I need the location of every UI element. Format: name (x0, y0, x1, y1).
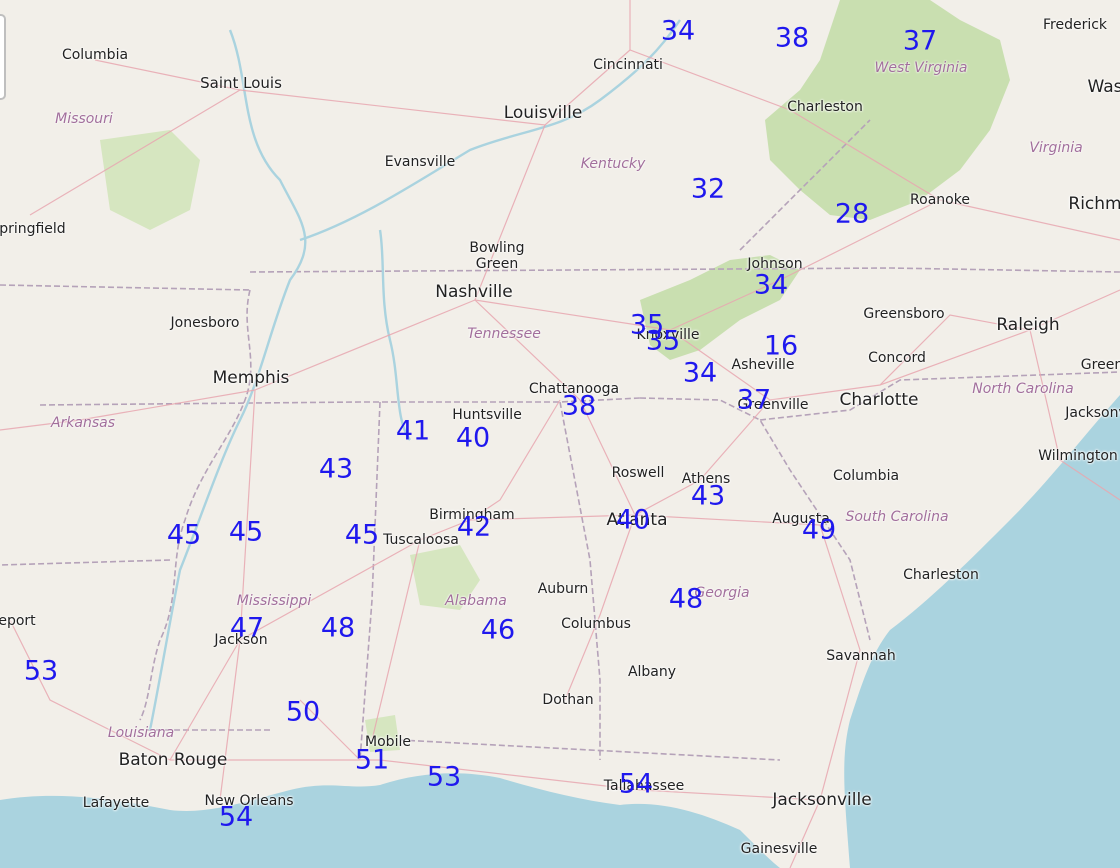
value-label: 53 (426, 761, 462, 793)
value-label: 34 (660, 15, 696, 47)
city-label: Evansville (384, 154, 456, 170)
city-label: Cincinnati (593, 57, 663, 73)
city-label: Memphis (212, 368, 290, 388)
state-label-missouri: Missouri (55, 111, 113, 127)
value-label: 40 (615, 504, 651, 536)
city-label: Roswell (611, 465, 665, 481)
value-label: 35 (645, 325, 681, 357)
city-label: eport (0, 613, 36, 629)
value-label: 16 (763, 330, 799, 362)
value-label: 32 (690, 173, 726, 205)
city-label: Charleston (903, 567, 979, 583)
city-label: Raleigh (996, 315, 1060, 335)
city-label: Charlotte (839, 390, 919, 410)
city-label: Gainesville (740, 841, 818, 857)
value-label: 42 (456, 511, 492, 543)
city-label: Savannah (826, 648, 896, 664)
state-label-tennessee: Tennessee (467, 326, 541, 342)
city-label: Concord (868, 350, 926, 366)
city-label: Tuscaloosa (383, 532, 459, 548)
city-label: Green (1080, 357, 1120, 373)
value-label: 45 (166, 519, 202, 551)
state-label-alabama: Alabama (445, 593, 507, 609)
city-label: Jacksonville (772, 790, 872, 810)
city-label: Was (1087, 77, 1120, 97)
state-label-virginia: Virginia (1029, 140, 1083, 156)
state-label-louisiana: Louisiana (107, 725, 175, 741)
city-label: Richm (1068, 194, 1120, 214)
forest-ozarks (100, 130, 200, 230)
city-label: Dothan (542, 692, 594, 708)
city-label: Huntsville (452, 407, 522, 423)
city-label: Frederick (1042, 17, 1108, 33)
value-label: 43 (318, 453, 354, 485)
state-label-arkansas: Arkansas (50, 415, 116, 431)
state-label-north-carolina: North Carolina (972, 381, 1074, 397)
value-label: 53 (23, 655, 59, 687)
city-label: Nashville (435, 282, 513, 302)
city-label: Charleston (787, 99, 863, 115)
city-label: Jacksonv (1065, 405, 1120, 421)
value-label: 49 (801, 514, 837, 546)
value-label: 45 (344, 519, 380, 551)
state-label-kentucky: Kentucky (580, 156, 646, 172)
city-label: Louisville (503, 103, 583, 123)
city-label: Saint Louis (200, 74, 282, 92)
city-label: Columbia (832, 468, 900, 484)
city-label: Lafayette (82, 795, 150, 811)
state-label-south-carolina: South Carolina (845, 509, 949, 525)
value-label: 51 (354, 744, 390, 776)
value-label: 54 (218, 801, 254, 833)
state-label-mississippi: Mississippi (236, 593, 312, 609)
value-label: 50 (285, 696, 321, 728)
city-label: Auburn (537, 581, 589, 597)
city-label: Greensboro (863, 306, 945, 322)
city-label: Roanoke (910, 192, 970, 208)
city-label: Bowling Green (469, 240, 525, 272)
value-label: 48 (668, 583, 704, 615)
city-label: Springfield (0, 221, 66, 237)
value-label: 46 (480, 614, 516, 646)
value-label: 54 (618, 768, 654, 800)
value-label: 38 (561, 390, 597, 422)
state-label-west-virginia: West Virginia (874, 60, 968, 76)
city-label: Baton Rouge (118, 750, 228, 770)
value-label: 37 (902, 25, 938, 57)
value-label: 47 (229, 612, 265, 644)
zoom-control[interactable] (0, 14, 6, 100)
value-label: 45 (228, 516, 264, 548)
city-label: Columbus (561, 616, 631, 632)
city-label: Jonesboro (170, 315, 240, 331)
value-label: 34 (682, 357, 718, 389)
value-label: 37 (736, 384, 772, 416)
value-label: 40 (455, 422, 491, 454)
city-label: Albany (627, 664, 677, 680)
value-label: 34 (753, 269, 789, 301)
city-label: Columbia (61, 47, 129, 63)
value-label: 38 (774, 22, 810, 54)
city-label: Wilmington (1038, 448, 1118, 464)
value-label: 41 (395, 415, 431, 447)
value-label: 48 (320, 612, 356, 644)
value-label: 43 (690, 480, 726, 512)
atlantic-ocean (844, 395, 1120, 868)
value-label: 28 (834, 198, 870, 230)
